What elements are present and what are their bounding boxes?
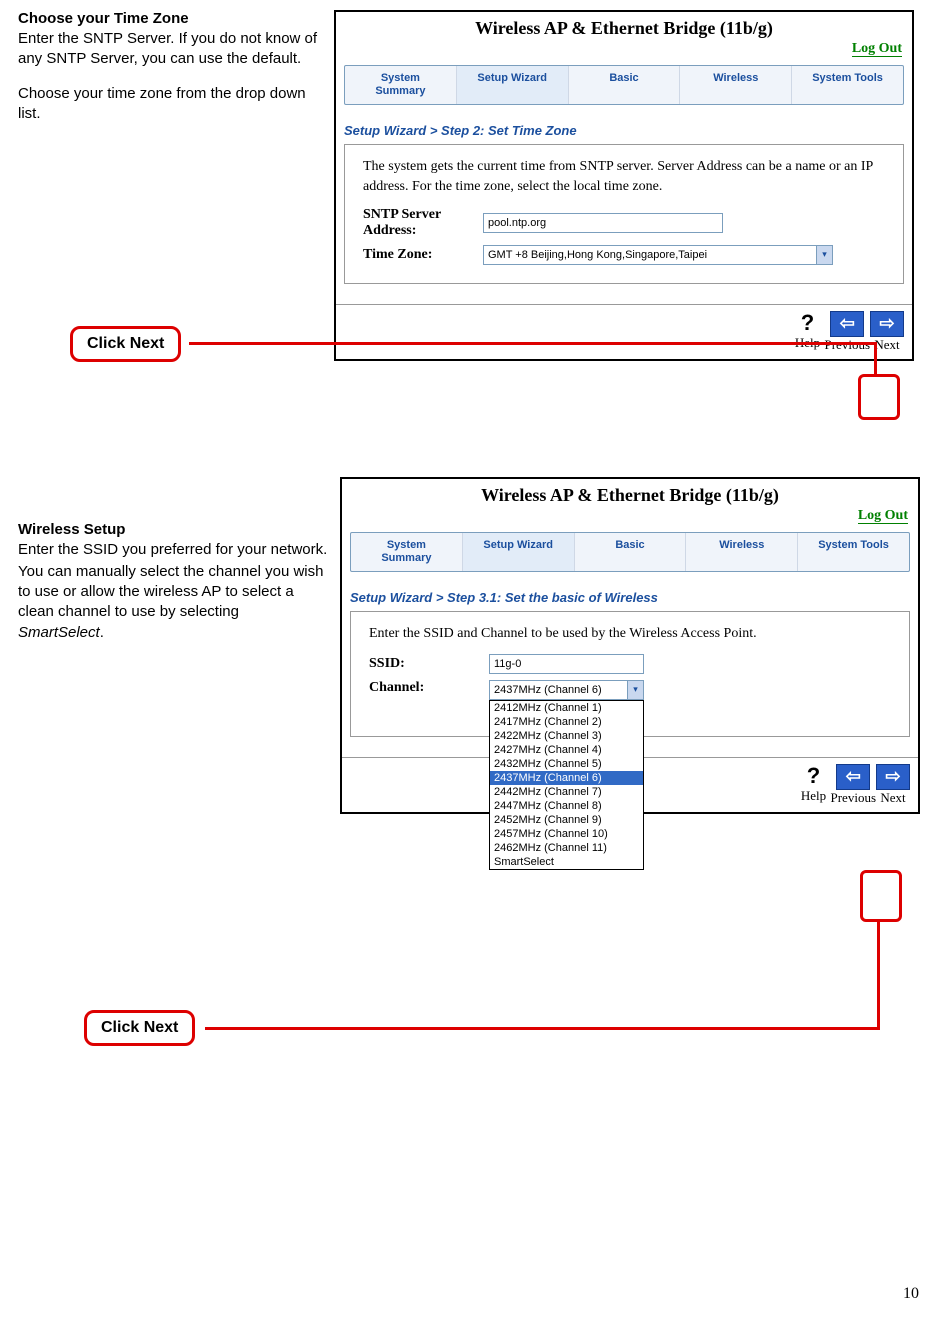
tab-system-tools[interactable]: System Tools: [792, 66, 903, 104]
channel-option[interactable]: 2417MHz (Channel 2): [490, 715, 643, 729]
help-icon: ?: [801, 310, 814, 336]
panel2-breadcrumb: Setup Wizard > Step 3.1: Set the basic o…: [342, 572, 918, 609]
channel-option-selected[interactable]: 2437MHz (Channel 6): [490, 771, 643, 785]
arrow-left-icon: ⇦: [830, 311, 864, 337]
channel-option[interactable]: 2447MHz (Channel 8): [490, 799, 643, 813]
tab2-setup-wizard[interactable]: Setup Wizard: [463, 533, 575, 571]
panel-timezone: Wireless AP & Ethernet Bridge (11b/g) Lo…: [334, 10, 914, 361]
tab-wireless[interactable]: Wireless: [680, 66, 792, 104]
tab2-system-summary[interactable]: System Summary: [351, 533, 463, 571]
panel2-desc: Enter the SSID and Channel to be used by…: [369, 624, 891, 644]
highlight-next-1: [858, 374, 900, 420]
channel-label: Channel:: [369, 680, 489, 696]
tab-system-summary[interactable]: System Summary: [345, 66, 457, 104]
arrow-right-icon: ⇨: [870, 311, 904, 337]
channel-dropdown-list: 2412MHz (Channel 1) 2417MHz (Channel 2) …: [489, 700, 644, 870]
arrow-right-icon-2: ⇨: [876, 764, 910, 790]
chevron-down-icon[interactable]: ▾: [816, 246, 832, 264]
panel1-tabs: System Summary Setup Wizard Basic Wirele…: [344, 65, 904, 105]
arrow-left-icon-2: ⇦: [836, 764, 870, 790]
timezone-value: GMT +8 Beijing,Hong Kong,Singapore,Taipe…: [488, 249, 707, 261]
callout-click-next-1: Click Next: [70, 326, 181, 362]
tab2-system-tools[interactable]: System Tools: [798, 533, 909, 571]
sntp-label: SNTP Server Address:: [363, 207, 483, 239]
connector1-v: [874, 342, 877, 375]
connector2-h: [205, 1027, 880, 1030]
panel-wireless: Wireless AP & Ethernet Bridge (11b/g) Lo…: [340, 477, 920, 814]
ssid-input[interactable]: [489, 654, 644, 674]
logout-link[interactable]: Log Out: [852, 41, 902, 57]
timezone-select[interactable]: GMT +8 Beijing,Hong Kong,Singapore,Taipe…: [483, 245, 833, 265]
ssid-label: SSID:: [369, 656, 489, 672]
previous-button[interactable]: ⇦ Previous: [825, 311, 871, 353]
help-icon-2: ?: [807, 763, 820, 789]
callout-click-next-2: Click Next: [84, 1010, 195, 1046]
section2-para1: Enter the SSID you preferred for your ne…: [18, 540, 328, 560]
tab-basic[interactable]: Basic: [569, 66, 681, 104]
channel-option[interactable]: SmartSelect: [490, 855, 643, 869]
section1-para2: Choose your time zone from the drop down…: [18, 84, 318, 125]
channel-select[interactable]: 2437MHz (Channel 6) ▾: [489, 680, 644, 700]
channel-option[interactable]: 2432MHz (Channel 5): [490, 757, 643, 771]
panel2-title: Wireless AP & Ethernet Bridge (11b/g): [342, 479, 918, 508]
logout-link-2[interactable]: Log Out: [858, 508, 908, 524]
section2-heading: Wireless Setup: [18, 521, 328, 538]
channel-option[interactable]: 2422MHz (Channel 3): [490, 729, 643, 743]
channel-option[interactable]: 2457MHz (Channel 10): [490, 827, 643, 841]
chevron-down-icon-2[interactable]: ▾: [627, 681, 643, 699]
highlight-next-2: [860, 870, 902, 922]
page-number: 10: [903, 1285, 919, 1303]
section2-para2: You can manually select the channel you …: [18, 562, 328, 643]
channel-option[interactable]: 2427MHz (Channel 4): [490, 743, 643, 757]
tab2-wireless[interactable]: Wireless: [686, 533, 798, 571]
channel-value: 2437MHz (Channel 6): [494, 684, 602, 696]
timezone-label: Time Zone:: [363, 247, 483, 263]
panel1-title: Wireless AP & Ethernet Bridge (11b/g): [336, 12, 912, 41]
tab2-basic[interactable]: Basic: [575, 533, 687, 571]
panel1-breadcrumb: Setup Wizard > Step 2: Set Time Zone: [336, 105, 912, 142]
next-button-2[interactable]: ⇨ Next: [876, 764, 910, 806]
panel2-tabs: System Summary Setup Wizard Basic Wirele…: [350, 532, 910, 572]
section1-para1: Enter the SNTP Server. If you do not kno…: [18, 29, 318, 70]
tab-setup-wizard[interactable]: Setup Wizard: [457, 66, 569, 104]
channel-option[interactable]: 2462MHz (Channel 11): [490, 841, 643, 855]
section1-heading: Choose your Time Zone: [18, 10, 318, 27]
connector1-h: [189, 342, 877, 345]
channel-option[interactable]: 2452MHz (Channel 9): [490, 813, 643, 827]
sntp-input[interactable]: [483, 213, 723, 233]
panel1-desc: The system gets the current time from SN…: [363, 157, 885, 196]
connector2-v: [877, 922, 880, 1030]
help-button-2[interactable]: ? Help: [799, 764, 829, 804]
previous-button-2[interactable]: ⇦ Previous: [831, 764, 877, 806]
section1-sidebar: Choose your Time Zone Enter the SNTP Ser…: [18, 10, 318, 361]
channel-option[interactable]: 2442MHz (Channel 7): [490, 785, 643, 799]
channel-option[interactable]: 2412MHz (Channel 1): [490, 701, 643, 715]
section2-sidebar: Wireless Setup Enter the SSID you prefer…: [18, 477, 328, 814]
